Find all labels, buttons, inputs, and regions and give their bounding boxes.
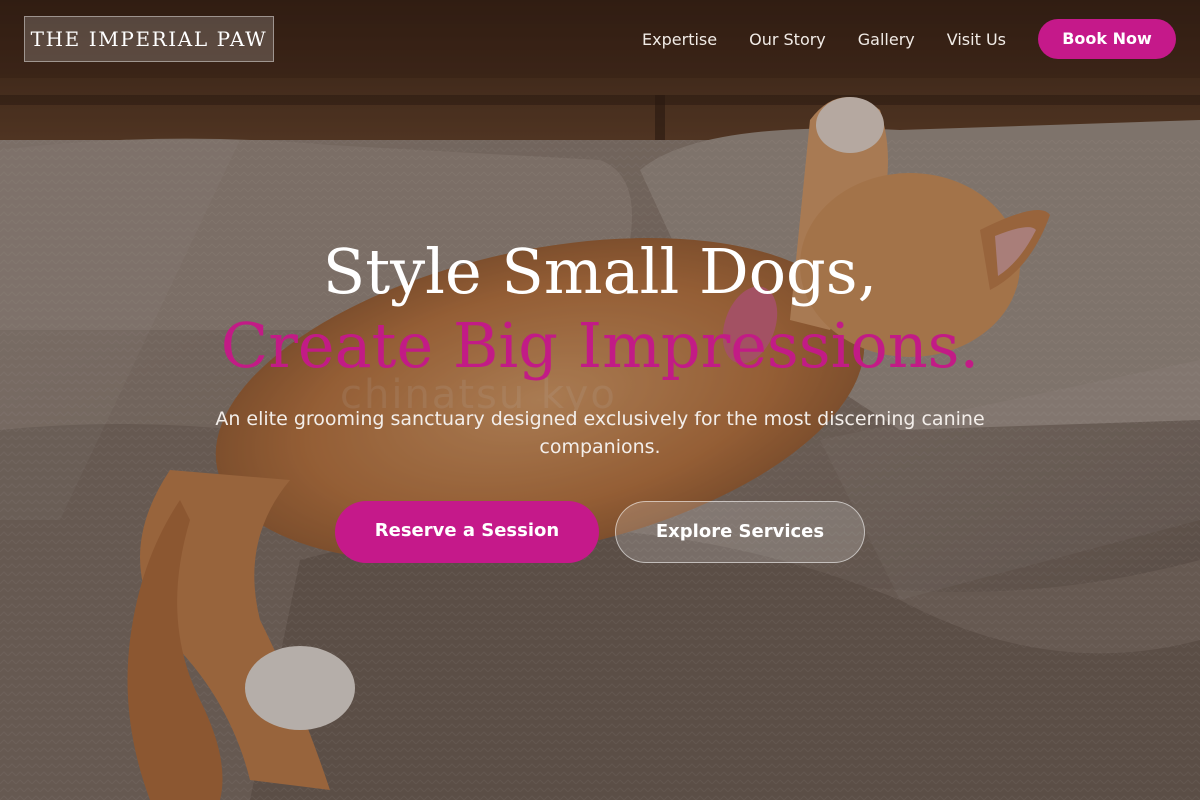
reserve-session-button[interactable]: Reserve a Session <box>335 501 599 563</box>
book-now-button[interactable]: Book Now <box>1038 19 1176 59</box>
explore-services-button[interactable]: Explore Services <box>615 501 865 563</box>
nav-link-gallery[interactable]: Gallery <box>858 30 915 49</box>
top-navbar: THE IMPERIAL PAW Expertise Our Story Gal… <box>0 0 1200 78</box>
nav-link-our-story[interactable]: Our Story <box>749 30 826 49</box>
hero-overlay <box>0 0 1200 800</box>
main-nav: Expertise Our Story Gallery Visit Us <box>642 0 1006 78</box>
brand-logo[interactable]: THE IMPERIAL PAW <box>24 16 274 62</box>
hero-title: Style Small Dogs, <box>322 235 878 308</box>
hero-subtitle: An elite grooming sanctuary designed exc… <box>215 408 985 458</box>
hero-title-accent: Create Big Impressions. <box>220 309 980 382</box>
nav-link-visit-us[interactable]: Visit Us <box>947 30 1006 49</box>
nav-link-expertise[interactable]: Expertise <box>642 30 717 49</box>
